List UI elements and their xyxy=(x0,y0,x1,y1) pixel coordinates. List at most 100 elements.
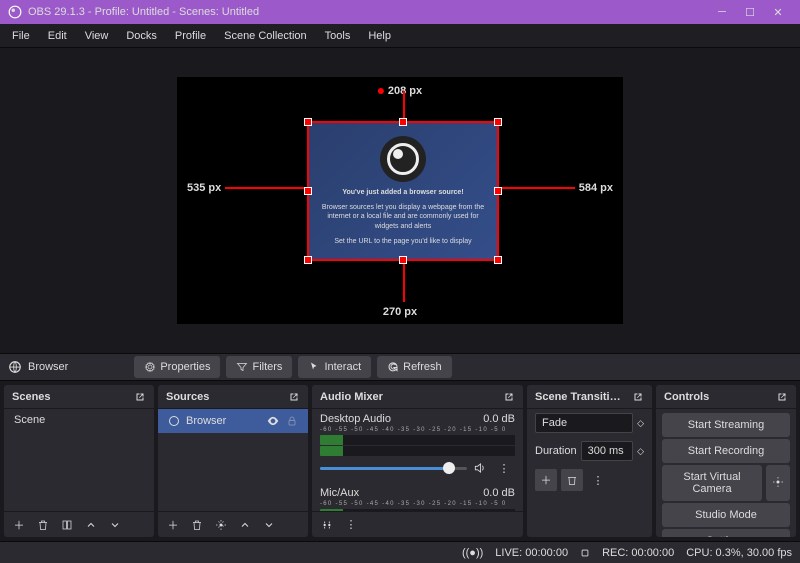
dimension-right: 584 px xyxy=(579,182,613,194)
status-cpu: CPU: 0.3%, 30.00 fps xyxy=(686,547,792,559)
add-source-button[interactable]: ＋ xyxy=(162,514,184,536)
gear-small-icon xyxy=(320,518,334,532)
remove-scene-button[interactable] xyxy=(32,514,54,536)
scene-down-button[interactable] xyxy=(104,514,126,536)
minimize-button[interactable]: ─ xyxy=(708,2,736,22)
menu-profile[interactable]: Profile xyxy=(167,26,214,46)
panels: Scenes Scene ＋ Sources Browser ＋ xyxy=(0,381,800,541)
obs-icon xyxy=(8,5,22,19)
source-title: You've just added a browser source! xyxy=(342,188,463,197)
menu-scene-collection[interactable]: Scene Collection xyxy=(216,26,315,46)
studio-mode-button[interactable]: Studio Mode xyxy=(662,503,790,527)
start-virtual-camera-button[interactable]: Start Virtual Camera xyxy=(662,465,762,501)
dimension-bottom: 270 px xyxy=(383,306,417,318)
sources-panel: Sources Browser ＋ xyxy=(158,385,308,537)
vu-meter xyxy=(320,509,515,511)
eye-icon[interactable] xyxy=(266,414,280,428)
scenes-panel: Scenes Scene ＋ xyxy=(4,385,154,537)
popout-icon[interactable] xyxy=(134,391,146,403)
transition-select[interactable]: Fade xyxy=(535,413,633,433)
globe-icon xyxy=(8,360,22,374)
duration-input[interactable]: 300 ms xyxy=(581,441,634,461)
gear-icon xyxy=(215,519,227,531)
scene-item[interactable]: Scene xyxy=(4,409,154,431)
mixer-channel-desktop: Desktop Audio0.0 dB -60 -55 -50 -45 -40 … xyxy=(312,409,523,483)
popout-icon[interactable] xyxy=(288,391,300,403)
popout-icon[interactable] xyxy=(632,391,644,403)
chevron-down-icon xyxy=(109,519,121,531)
properties-button[interactable]: Properties xyxy=(134,356,220,378)
refresh-button[interactable]: Refresh xyxy=(377,356,452,378)
context-bar: Browser Properties Filters Interact Refr… xyxy=(0,353,800,381)
mixer-channel-mic: Mic/Aux0.0 dB -60 -55 -50 -45 -40 -35 -3… xyxy=(312,483,523,511)
lock-icon[interactable] xyxy=(286,415,298,427)
chevron-down-icon xyxy=(263,519,275,531)
duration-label: Duration xyxy=(535,445,577,457)
preview-area[interactable]: 208 px 535 px 584 px 270 px You've just … xyxy=(0,48,800,353)
popout-icon[interactable] xyxy=(503,391,515,403)
refresh-icon xyxy=(387,361,399,373)
transitions-title: Scene Transiti… xyxy=(535,391,621,403)
menubar: File Edit View Docks Profile Scene Colle… xyxy=(0,24,800,48)
popout-icon[interactable] xyxy=(776,391,788,403)
interact-button[interactable]: Interact xyxy=(298,356,371,378)
mixer-adv-button[interactable] xyxy=(316,514,338,536)
chevron-up-icon xyxy=(239,519,251,531)
source-down-button[interactable] xyxy=(258,514,280,536)
status-live: LIVE: 00:00:00 xyxy=(495,547,568,559)
menu-help[interactable]: Help xyxy=(360,26,399,46)
pointer-icon xyxy=(308,361,320,373)
settings-button[interactable]: Settings xyxy=(662,529,790,537)
start-streaming-button[interactable]: Start Streaming xyxy=(662,413,790,437)
menu-edit[interactable]: Edit xyxy=(40,26,75,46)
chevron-up-icon xyxy=(85,519,97,531)
trash-icon xyxy=(191,519,203,531)
stop-icon xyxy=(580,548,590,558)
browser-source-box[interactable]: You've just added a browser source! Brow… xyxy=(307,121,499,261)
scene-up-button[interactable] xyxy=(80,514,102,536)
source-desc: Browser sources let you display a webpag… xyxy=(317,203,489,230)
obs-logo-icon xyxy=(380,136,426,182)
add-scene-button[interactable]: ＋ xyxy=(8,514,30,536)
trash-icon xyxy=(37,519,49,531)
add-transition-button[interactable]: ＋ xyxy=(535,469,557,491)
controls-panel: Controls Start Streaming Start Recording… xyxy=(656,385,796,537)
trash-icon xyxy=(566,474,578,486)
menu-tools[interactable]: Tools xyxy=(317,26,359,46)
scene-filter-button[interactable] xyxy=(56,514,78,536)
dimension-top: 208 px xyxy=(388,85,422,97)
gear-icon xyxy=(144,361,156,373)
grid-icon xyxy=(61,519,73,531)
globe-icon xyxy=(168,415,180,427)
window-title: OBS 29.1.3 - Profile: Untitled - Scenes:… xyxy=(28,6,259,18)
source-props-button[interactable] xyxy=(210,514,232,536)
titlebar: OBS 29.1.3 - Profile: Untitled - Scenes:… xyxy=(0,0,800,24)
menu-view[interactable]: View xyxy=(77,26,117,46)
vcam-settings-button[interactable] xyxy=(766,465,790,501)
filter-icon xyxy=(236,361,248,373)
context-source: Browser xyxy=(8,360,68,374)
statusbar: ((●)) LIVE: 00:00:00 REC: 00:00:00 CPU: … xyxy=(0,541,800,563)
filters-button[interactable]: Filters xyxy=(226,356,292,378)
menu-docks[interactable]: Docks xyxy=(118,26,165,46)
dimension-left: 535 px xyxy=(187,182,221,194)
scenes-title: Scenes xyxy=(12,391,51,403)
vu-meter xyxy=(320,435,515,445)
source-up-button[interactable] xyxy=(234,514,256,536)
preview-canvas[interactable]: 208 px 535 px 584 px 270 px You've just … xyxy=(177,77,623,324)
status-rec: REC: 00:00:00 xyxy=(602,547,674,559)
source-hint: Set the URL to the page you'd like to di… xyxy=(334,237,471,246)
speaker-icon[interactable] xyxy=(473,461,487,475)
maximize-button[interactable]: ☐ xyxy=(736,2,764,22)
close-button[interactable]: ✕ xyxy=(764,2,792,22)
channel-menu-button[interactable]: ⋮ xyxy=(493,457,515,479)
start-recording-button[interactable]: Start Recording xyxy=(662,439,790,463)
transition-menu-button[interactable]: ⋮ xyxy=(587,469,609,491)
volume-slider[interactable] xyxy=(320,467,467,470)
mixer-menu-button[interactable]: ⋮ xyxy=(340,514,362,536)
transitions-panel: Scene Transiti… Fade ◇ Duration 300 ms ◇… xyxy=(527,385,652,537)
remove-source-button[interactable] xyxy=(186,514,208,536)
source-item-browser[interactable]: Browser xyxy=(158,409,308,433)
menu-file[interactable]: File xyxy=(4,26,38,46)
remove-transition-button[interactable] xyxy=(561,469,583,491)
